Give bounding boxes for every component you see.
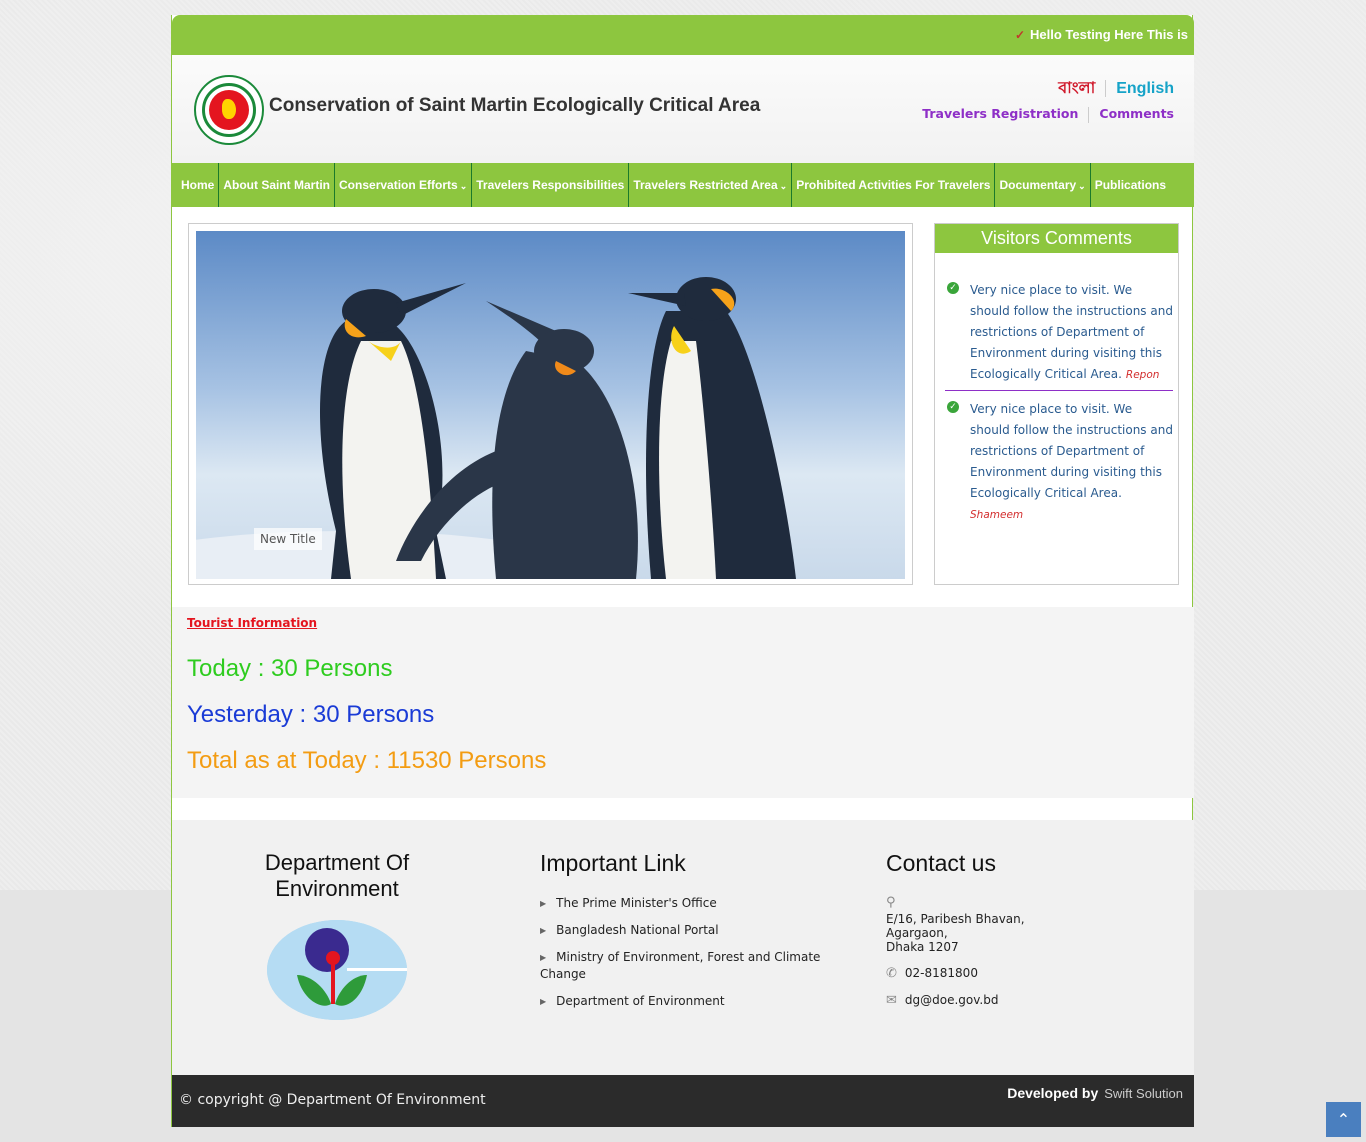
visitors-comments-title: Visitors Comments (935, 224, 1178, 253)
tourist-info-link[interactable]: Tourist Information (187, 616, 317, 630)
comment-divider (945, 390, 1173, 391)
address-line: E/16, Paribesh Bhavan, (886, 912, 1025, 926)
main-nav: Home About Saint Martin Conservation Eff… (172, 163, 1194, 207)
contact-title: Contact us (886, 850, 996, 876)
today-count: Today : 30 Persons (187, 655, 393, 682)
nav-travelers-restricted-area[interactable]: Travelers Restricted Area ⌄ (629, 163, 793, 207)
link-item[interactable]: ▶ Bangladesh National Portal (540, 922, 840, 939)
email-address[interactable]: dg@doe.gov.bd (905, 993, 999, 1007)
developer-credit: Developed by Swift Solution (1007, 1085, 1183, 1103)
nav-label: Publications (1094, 178, 1167, 192)
image-slider: New Title (188, 223, 913, 585)
language-switcher: বাংলা English (1058, 75, 1174, 102)
phone-number: 02-8181800 (904, 966, 978, 980)
government-logo[interactable] (194, 75, 264, 145)
doe-emblem-icon (267, 920, 407, 1020)
site-header: Conservation of Saint Martin Ecologicall… (172, 55, 1194, 163)
copyright-text: © copyright @ Department Of Environment (179, 1092, 486, 1108)
slide-caption: New Title (254, 528, 322, 550)
nav-label: Documentary (999, 178, 1077, 192)
penguins-illustration (196, 277, 796, 579)
travelers-registration-link[interactable]: Travelers Registration (922, 106, 1078, 121)
contact-info: ⚲ E/16, Paribesh Bhavan, Agargaon, Dhaka… (886, 895, 1025, 1008)
important-link-title: Important Link (540, 850, 686, 876)
nav-documentary[interactable]: Documentary ⌄ (995, 163, 1091, 207)
page-container: ✓ Hello Testing Here This is Conservation… (171, 15, 1194, 1127)
link-item[interactable]: ▶ Department of Environment (540, 993, 840, 1010)
logo-map-shape (222, 99, 236, 119)
department-title: Department Of Environment (264, 850, 410, 901)
bottom-bar: © copyright @ Department Of Environment … (172, 1075, 1194, 1127)
phone-icon: ✆ (886, 966, 897, 981)
department-logo[interactable] (267, 920, 407, 1020)
top-bar: ✓ Hello Testing Here This is (172, 15, 1194, 55)
nav-travelers-responsibilities[interactable]: Travelers Responsibilities (472, 163, 630, 207)
lang-english-link[interactable]: English (1116, 80, 1174, 97)
news-marquee[interactable]: ✓ Hello Testing Here This is (1015, 27, 1188, 42)
address-line: Agargaon, (886, 926, 948, 940)
nav-label: Travelers Responsibilities (476, 178, 625, 192)
comment-text: Very nice place to visit. We should foll… (970, 402, 1173, 500)
nav-label: About Saint Martin (223, 178, 331, 192)
comments-link[interactable]: Comments (1099, 106, 1174, 121)
nav-home[interactable]: Home (177, 163, 220, 207)
lang-bangla-link[interactable]: বাংলা (1058, 80, 1107, 97)
comment-author: Shameem (970, 509, 1024, 521)
site-title[interactable]: Conservation of Saint Martin Ecologicall… (269, 95, 760, 117)
yesterday-count: Yesterday : 30 Persons (187, 701, 435, 728)
nav-prohibited-activities[interactable]: Prohibited Activities For Travelers (792, 163, 996, 207)
slide-image[interactable]: New Title (196, 231, 905, 579)
nav-label: Travelers Restricted Area (633, 178, 778, 192)
comment-text: Very nice place to visit. We should foll… (970, 283, 1173, 381)
link-label: Ministry of Environment, Forest and Clim… (540, 950, 821, 981)
comment-author: Repon (1125, 369, 1160, 381)
map-marker-icon: ⚲ (886, 895, 896, 910)
caret-right-icon: ▶ (540, 899, 547, 908)
caret-right-icon: ▶ (540, 926, 547, 935)
tourist-information: Tourist Information Today : 30 Persons Y… (172, 607, 1194, 798)
important-links-list: ▶ The Prime Minister's Office ▶ Bangladesh… (540, 895, 840, 1020)
check-icon: ✓ (1014, 28, 1026, 42)
nav-about-saint-martin[interactable]: About Saint Martin (219, 163, 336, 207)
link-label: The Prime Minister's Office (556, 896, 717, 910)
scroll-to-top-button[interactable]: ⌃ (1326, 1102, 1361, 1137)
link-item[interactable]: ▶ The Prime Minister's Office (540, 895, 840, 912)
link-item[interactable]: ▶ Ministry of Environment, Forest and Cli… (540, 949, 840, 983)
envelope-icon: ✉ (886, 993, 897, 1008)
chevron-down-icon: ⌄ (779, 181, 788, 191)
developed-by-label: Developed by (1007, 1085, 1099, 1101)
comment-item: ✓ Very nice place to visit. We should fo… (945, 398, 1173, 521)
chevron-down-icon: ⌄ (1078, 181, 1086, 191)
link-label: Bangladesh National Portal (556, 923, 719, 937)
marquee-text: Hello Testing Here This is (1030, 27, 1188, 42)
chevron-down-icon: ⌄ (459, 181, 468, 191)
email-row: ✉ dg@doe.gov.bd (886, 993, 1025, 1008)
nav-publications[interactable]: Publications (1091, 163, 1170, 207)
total-count: Total as at Today : 11530 Persons (187, 747, 547, 774)
nav-label: Prohibited Activities For Travelers (796, 178, 991, 192)
nav-label: Conservation Efforts (339, 178, 458, 192)
footer: Department Of Environment Important Link… (172, 820, 1194, 1075)
caret-right-icon: ▶ (540, 997, 547, 1006)
check-circle-icon: ✓ (947, 282, 959, 294)
phone-row: ✆ 02-8181800 (886, 966, 1025, 981)
developer-link[interactable]: Swift Solution (1104, 1086, 1183, 1101)
link-label: Department of Environment (556, 994, 725, 1008)
comment-item: ✓ Very nice place to visit. We should fo… (945, 279, 1173, 384)
check-circle-icon: ✓ (947, 401, 959, 413)
chevron-up-icon: ⌃ (1336, 1110, 1351, 1129)
header-links: Travelers Registration Comments (922, 106, 1174, 123)
visitors-comments-panel: Visitors Comments ✓ Very nice place to v… (934, 223, 1179, 585)
nav-label: Home (181, 178, 215, 192)
nav-conservation-efforts[interactable]: Conservation Efforts ⌄ (335, 163, 473, 207)
address-line: Dhaka 1207 (886, 940, 959, 954)
link-divider (1088, 106, 1090, 123)
caret-right-icon: ▶ (540, 953, 547, 962)
